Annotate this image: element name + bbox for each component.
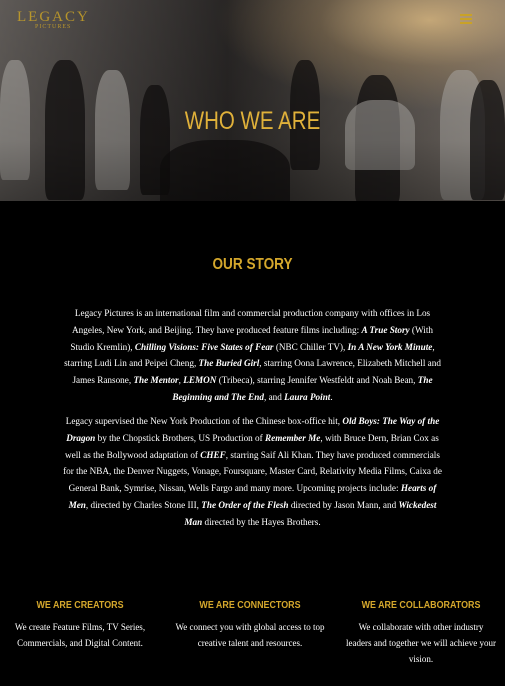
title-reference: The Mentor xyxy=(133,375,179,386)
brand-logo[interactable]: LEGACY PICTURES xyxy=(17,9,90,30)
feature-text: We collaborate with other industry leade… xyxy=(346,622,496,664)
feature-column-creators: WE ARE CREATORS We create Feature Films,… xyxy=(5,599,155,651)
logo-text: LEGACY xyxy=(17,9,90,25)
feature-title: WE ARE CONNECTORS xyxy=(199,599,301,611)
title-reference: LEMON xyxy=(183,375,217,386)
story-text: directed by the Hayes Brothers. xyxy=(202,516,321,527)
story-text: (NBC Chiller TV), xyxy=(273,341,348,352)
story-paragraph: Legacy supervised the New York Productio… xyxy=(62,413,443,531)
title-reference: Chilling Visions: Five States of Fear xyxy=(134,341,274,352)
story-text: . xyxy=(330,391,333,402)
story-text: Legacy supervised the New York Productio… xyxy=(65,416,343,426)
menu-bar xyxy=(460,22,472,24)
title-reference: Laura Point xyxy=(284,391,331,402)
title-reference: CHEF xyxy=(200,449,226,460)
feature-column-connectors: WE ARE CONNECTORS We connect you with gl… xyxy=(175,599,325,651)
feature-text: We connect you with global access to top… xyxy=(175,622,325,648)
hero-overlay xyxy=(0,0,505,201)
title-reference: The Buried Girl xyxy=(198,358,260,369)
story-text: , and xyxy=(264,391,285,402)
story-text: (Tribeca), starring Jennifer Westfeldt a… xyxy=(216,375,418,386)
title-reference: The Order of the Flesh xyxy=(201,499,289,510)
page-title: WHO WE ARE xyxy=(184,107,321,135)
hamburger-menu-icon[interactable] xyxy=(460,14,472,25)
feature-title: WE ARE COLLABORATORS xyxy=(361,599,481,611)
story-text: directed by Jason Mann, and xyxy=(288,499,399,510)
hero-banner: LEGACY PICTURES WHO WE ARE xyxy=(0,0,505,201)
section-title-our-story: OUR STORY xyxy=(212,256,293,273)
story-text: , directed by Charles Stone III, xyxy=(85,499,202,510)
story-paragraph: Legacy Pictures is an international film… xyxy=(62,305,443,406)
feature-title: WE ARE CREATORS xyxy=(36,599,124,611)
feature-column-collaborators: WE ARE COLLABORATORS We collaborate with… xyxy=(346,599,496,667)
menu-bar xyxy=(460,14,472,16)
menu-bar xyxy=(460,18,472,20)
title-reference: Remember Me xyxy=(265,432,321,443)
story-text: by the Chopstick Brothers, US Production… xyxy=(95,432,266,443)
feature-text: We create Feature Films, TV Series, Comm… xyxy=(14,622,146,648)
title-reference: In A New York Minute xyxy=(347,341,433,352)
title-reference: A True Story xyxy=(361,324,410,335)
